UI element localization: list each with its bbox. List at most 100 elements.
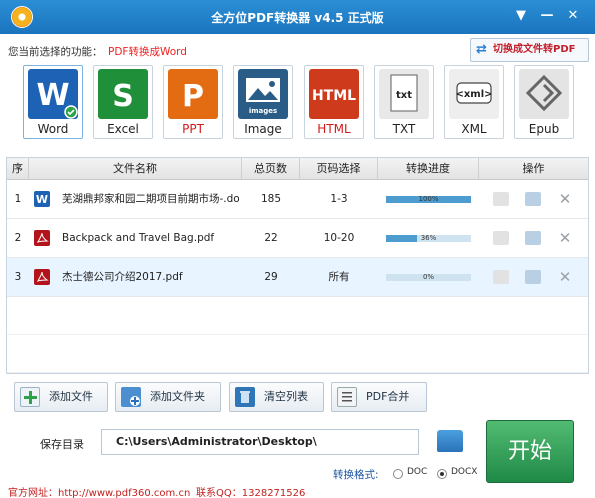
empty-row (7, 297, 588, 335)
progress-label: 100% (418, 195, 439, 203)
format-excel-label: Excel (107, 122, 139, 136)
row-page-range[interactable]: 10-20 (300, 219, 378, 257)
row-index: 1 (14, 193, 22, 205)
clear-list-icon (235, 387, 255, 407)
header-pages: 总页数 (242, 158, 300, 180)
add-file-label: 添加文件 (49, 390, 93, 403)
remove-file-icon[interactable]: ✕ (557, 231, 573, 246)
svg-text:P: P (182, 79, 204, 114)
table-header: 序 文件名称 总页数 页码选择 转换进度 操作 (7, 158, 588, 180)
header-actions: 操作 (522, 162, 545, 175)
table-row[interactable]: 1 W 芜湖鼎邦家和园二期项目前期市场-.do 185 1-3 100% ✕ (7, 180, 588, 219)
conversion-format-label: 转换格式: (333, 469, 379, 481)
format-word-button[interactable]: W Word (23, 65, 83, 139)
docx-radio-label: DOCX (451, 467, 478, 477)
add-folder-label: 添加文件夹 (150, 390, 205, 403)
qq-contact: 联系QQ：1328271526 (196, 488, 306, 498)
progress-label: 36% (420, 234, 437, 242)
txt-icon: txt (379, 69, 429, 119)
table-row[interactable]: 2 Backpack and Travel Bag.pdf 22 10-20 3… (7, 219, 588, 258)
merge-pdf-label: PDF合并 (366, 390, 410, 403)
open-folder-icon[interactable] (525, 231, 541, 245)
format-xml-button[interactable]: <xml> XML (444, 65, 504, 139)
header-filename: 文件名称 (29, 158, 242, 180)
switch-mode-button[interactable]: ⇄ 切换成文件转PDF (470, 38, 589, 62)
empty-row (7, 335, 588, 373)
format-txt-button[interactable]: txt TXT (374, 65, 434, 139)
word-icon: W (28, 69, 78, 119)
remove-file-icon[interactable]: ✕ (557, 192, 573, 207)
row-pages: 29 (264, 271, 278, 283)
html-icon: HTML (309, 69, 359, 119)
start-button[interactable]: 开始 (486, 420, 574, 483)
progress-label: 0% (422, 273, 435, 281)
clear-list-label: 清空列表 (264, 390, 308, 403)
function-label: 您当前选择的功能： (8, 46, 103, 58)
row-progress-bar: 0% (386, 273, 471, 281)
minimize-button[interactable]: — (536, 6, 558, 26)
format-txt-label: TXT (392, 122, 416, 136)
merge-pdf-button[interactable]: PDF合并 (331, 382, 427, 412)
window-title: 全方位PDF转换器 v4.5 正式版 (211, 11, 384, 25)
format-xml-label: XML (461, 122, 487, 136)
format-ppt-label: PPT (182, 122, 204, 136)
xml-icon: <xml> (449, 69, 499, 119)
row-index: 3 (14, 271, 22, 283)
format-excel-button[interactable]: S Excel (93, 65, 153, 139)
header-page-range: 页码选择 (300, 158, 378, 180)
format-html-label: HTML (317, 122, 351, 136)
open-folder-icon[interactable] (525, 270, 541, 284)
row-pages: 22 (264, 232, 278, 244)
website-link[interactable]: 官方网址：http://www.pdf360.com.cn (8, 484, 190, 498)
format-image-label: Image (244, 122, 282, 136)
close-button[interactable]: ✕ (562, 6, 584, 26)
row-progress-bar: 36% (386, 234, 471, 242)
format-image-button[interactable]: images Image (233, 65, 293, 139)
add-file-icon (20, 387, 40, 407)
print-icon[interactable] (493, 231, 509, 245)
row-filename: 芜湖鼎邦家和园二期项目前期市场-.do (62, 193, 240, 205)
svg-text:W: W (36, 78, 69, 113)
format-ppt-button[interactable]: P PPT (163, 65, 223, 139)
add-folder-button[interactable]: 添加文件夹 (115, 382, 221, 412)
function-value: PDF转换成Word (108, 46, 187, 58)
pdf-file-icon (34, 230, 50, 246)
row-page-range[interactable]: 1-3 (300, 180, 378, 218)
ppt-icon: P (168, 69, 218, 119)
save-dir-input[interactable]: C:\Users\Administrator\Desktop\ (101, 429, 419, 455)
image-icon: images (238, 69, 288, 119)
svg-text:<xml>: <xml> (455, 89, 492, 100)
add-file-button[interactable]: 添加文件 (14, 382, 108, 412)
row-progress-bar: 100% (386, 195, 471, 203)
remove-file-icon[interactable]: ✕ (557, 270, 573, 285)
add-folder-icon (121, 387, 141, 407)
format-epub-button[interactable]: Epub (514, 65, 574, 139)
docx-radio[interactable] (437, 469, 447, 479)
header-progress: 转换进度 (378, 158, 479, 180)
format-html-button[interactable]: HTML HTML (304, 65, 364, 139)
header-index: 序 (7, 158, 29, 180)
table-row[interactable]: 3 杰士德公司介绍2017.pdf 29 所有 0% ✕ (7, 258, 588, 297)
format-word-label: Word (37, 122, 69, 136)
switch-mode-label: 切换成文件转PDF (493, 44, 576, 55)
doc-radio[interactable] (393, 469, 403, 479)
pdf-file-icon (34, 269, 50, 285)
row-page-range[interactable]: 所有 (300, 258, 378, 296)
format-epub-label: Epub (528, 122, 560, 136)
row-pages: 185 (260, 193, 282, 205)
print-icon[interactable] (493, 192, 509, 206)
dropdown-menu-icon[interactable]: ▼ (510, 6, 532, 26)
svg-text:HTML: HTML (312, 88, 356, 104)
clear-list-button[interactable]: 清空列表 (229, 382, 324, 412)
print-icon[interactable] (493, 270, 509, 284)
open-folder-icon[interactable] (525, 192, 541, 206)
footer: 官方网址：http://www.pdf360.com.cn 联系QQ：13282… (0, 484, 595, 498)
switch-arrows-icon: ⇄ (476, 42, 487, 57)
browse-folder-icon[interactable] (437, 430, 463, 452)
doc-radio-label: DOC (407, 467, 428, 477)
epub-icon (519, 69, 569, 119)
svg-text:S: S (112, 79, 134, 114)
merge-pdf-icon (337, 387, 357, 407)
svg-text:W: W (36, 193, 48, 206)
row-index: 2 (14, 232, 22, 244)
